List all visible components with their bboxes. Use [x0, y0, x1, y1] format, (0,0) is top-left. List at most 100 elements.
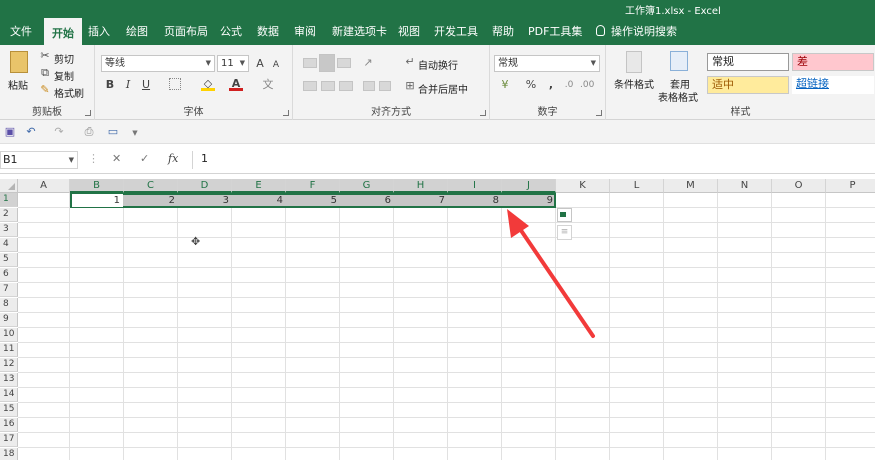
- style-hyperlink[interactable]: 超链接: [792, 76, 874, 94]
- cell-b1[interactable]: 1: [72, 194, 123, 207]
- increase-indent-icon[interactable]: [379, 81, 391, 91]
- row-header-3[interactable]: 3: [0, 223, 18, 237]
- cell-c1[interactable]: 2: [124, 193, 178, 208]
- quick-analysis-button[interactable]: [557, 208, 572, 222]
- row-header-5[interactable]: 5: [0, 253, 18, 267]
- italic-button[interactable]: I: [121, 78, 135, 92]
- currency-icon[interactable]: ¥: [498, 78, 512, 92]
- font-launcher-icon[interactable]: [283, 110, 289, 116]
- row-header-17[interactable]: 17: [0, 433, 18, 447]
- style-normal[interactable]: 常规: [707, 53, 789, 71]
- row-header-15[interactable]: 15: [0, 403, 18, 417]
- row-header-18[interactable]: 18: [0, 448, 18, 460]
- cell-i1[interactable]: 8: [448, 193, 502, 208]
- clipboard-launcher-icon[interactable]: [85, 110, 91, 116]
- row-header-9[interactable]: 9: [0, 313, 18, 327]
- column-header-m[interactable]: M: [664, 179, 718, 193]
- align-top-icon[interactable]: [303, 58, 317, 68]
- row-header-11[interactable]: 11: [0, 343, 18, 357]
- select-all-button[interactable]: [0, 179, 18, 193]
- paste-icon[interactable]: [10, 51, 28, 73]
- bold-button[interactable]: B: [103, 78, 117, 92]
- column-header-e[interactable]: E: [232, 179, 286, 193]
- copy-button[interactable]: 复制: [54, 68, 74, 83]
- cell-f1[interactable]: 5: [286, 193, 340, 208]
- tab-file[interactable]: 文件: [2, 18, 40, 45]
- worksheet-grid[interactable]: 123456789 ≡ ✥: [18, 193, 875, 460]
- tell-me-search[interactable]: 操作说明搜索: [596, 18, 677, 45]
- row-header-4[interactable]: 4: [0, 238, 18, 252]
- align-right-icon[interactable]: [339, 81, 353, 91]
- cancel-icon[interactable]: ✕: [112, 152, 121, 165]
- increase-font-icon[interactable]: A: [253, 57, 267, 71]
- percent-button[interactable]: %: [524, 78, 538, 92]
- cut-button[interactable]: 剪切: [54, 51, 74, 66]
- tab-insert[interactable]: 插入: [80, 18, 118, 45]
- format-as-table-line2[interactable]: 表格格式: [658, 89, 698, 104]
- row-header-10[interactable]: 10: [0, 328, 18, 342]
- merge-center-button[interactable]: 合并后居中: [418, 81, 468, 96]
- tab-formulas[interactable]: 公式: [212, 18, 250, 45]
- column-header-l[interactable]: L: [610, 179, 664, 193]
- cell-d1[interactable]: 3: [178, 193, 232, 208]
- tab-draw[interactable]: 绘图: [118, 18, 156, 45]
- align-middle-icon[interactable]: [319, 54, 335, 72]
- column-header-g[interactable]: G: [340, 179, 394, 193]
- name-box[interactable]: B1 ▼: [0, 151, 78, 169]
- alignment-launcher-icon[interactable]: [480, 110, 486, 116]
- fill-color-icon[interactable]: ◇: [201, 77, 215, 91]
- print-preview-icon[interactable]: ⎙: [82, 125, 96, 139]
- cell-j1[interactable]: 9: [502, 193, 556, 208]
- insert-function-button[interactable]: fx: [168, 152, 178, 165]
- tab-page-layout[interactable]: 页面布局: [156, 18, 216, 45]
- format-painter-button[interactable]: 格式刷: [54, 85, 84, 100]
- font-name-select[interactable]: 等线 ▼: [101, 55, 215, 72]
- column-header-c[interactable]: C: [124, 179, 178, 193]
- tab-home[interactable]: 开始: [44, 18, 82, 45]
- column-header-f[interactable]: F: [286, 179, 340, 193]
- comma-button[interactable]: ,: [544, 78, 558, 92]
- tab-developer[interactable]: 开发工具: [426, 18, 486, 45]
- row-header-14[interactable]: 14: [0, 388, 18, 402]
- row-header-13[interactable]: 13: [0, 373, 18, 387]
- enter-icon[interactable]: ✓: [140, 152, 149, 165]
- column-header-j[interactable]: J: [502, 179, 556, 193]
- align-center-icon[interactable]: [321, 81, 335, 91]
- column-header-n[interactable]: N: [718, 179, 772, 193]
- row-header-6[interactable]: 6: [0, 268, 18, 282]
- row-header-12[interactable]: 12: [0, 358, 18, 372]
- column-header-o[interactable]: O: [772, 179, 826, 193]
- decrease-indent-icon[interactable]: [363, 81, 375, 91]
- increase-decimal-icon[interactable]: .0: [562, 78, 576, 92]
- cell-h1[interactable]: 7: [394, 193, 448, 208]
- column-header-k[interactable]: K: [556, 179, 610, 193]
- column-header-p[interactable]: P: [826, 179, 875, 193]
- column-header-h[interactable]: H: [394, 179, 448, 193]
- align-left-icon[interactable]: [303, 81, 317, 91]
- underline-button[interactable]: U: [139, 78, 153, 92]
- phonetic-icon[interactable]: 文: [261, 78, 275, 92]
- formula-input[interactable]: 1: [192, 151, 875, 169]
- orientation-icon[interactable]: ↗: [361, 56, 375, 70]
- tab-new-tab[interactable]: 新建选项卡: [324, 18, 395, 45]
- redo-icon[interactable]: ↷: [52, 125, 66, 139]
- paste-label[interactable]: 粘贴: [8, 77, 28, 92]
- row-header-2[interactable]: 2: [0, 208, 18, 222]
- tab-help[interactable]: 帮助: [484, 18, 522, 45]
- decrease-decimal-icon[interactable]: .00: [580, 78, 594, 92]
- column-header-i[interactable]: I: [448, 179, 502, 193]
- tab-view[interactable]: 视图: [390, 18, 428, 45]
- column-header-d[interactable]: D: [178, 179, 232, 193]
- style-bad[interactable]: 差: [792, 53, 874, 71]
- row-header-1[interactable]: 1: [0, 193, 18, 207]
- decrease-font-icon[interactable]: A: [269, 58, 283, 72]
- row-header-7[interactable]: 7: [0, 283, 18, 297]
- align-bottom-icon[interactable]: [337, 58, 351, 68]
- tab-data[interactable]: 数据: [249, 18, 287, 45]
- row-header-8[interactable]: 8: [0, 298, 18, 312]
- tab-review[interactable]: 审阅: [286, 18, 324, 45]
- save-icon[interactable]: ▣: [3, 125, 17, 139]
- tab-pdf-tools[interactable]: PDF工具集: [520, 18, 590, 45]
- number-launcher-icon[interactable]: [596, 110, 602, 116]
- paste-options-icon[interactable]: ≡: [557, 225, 572, 240]
